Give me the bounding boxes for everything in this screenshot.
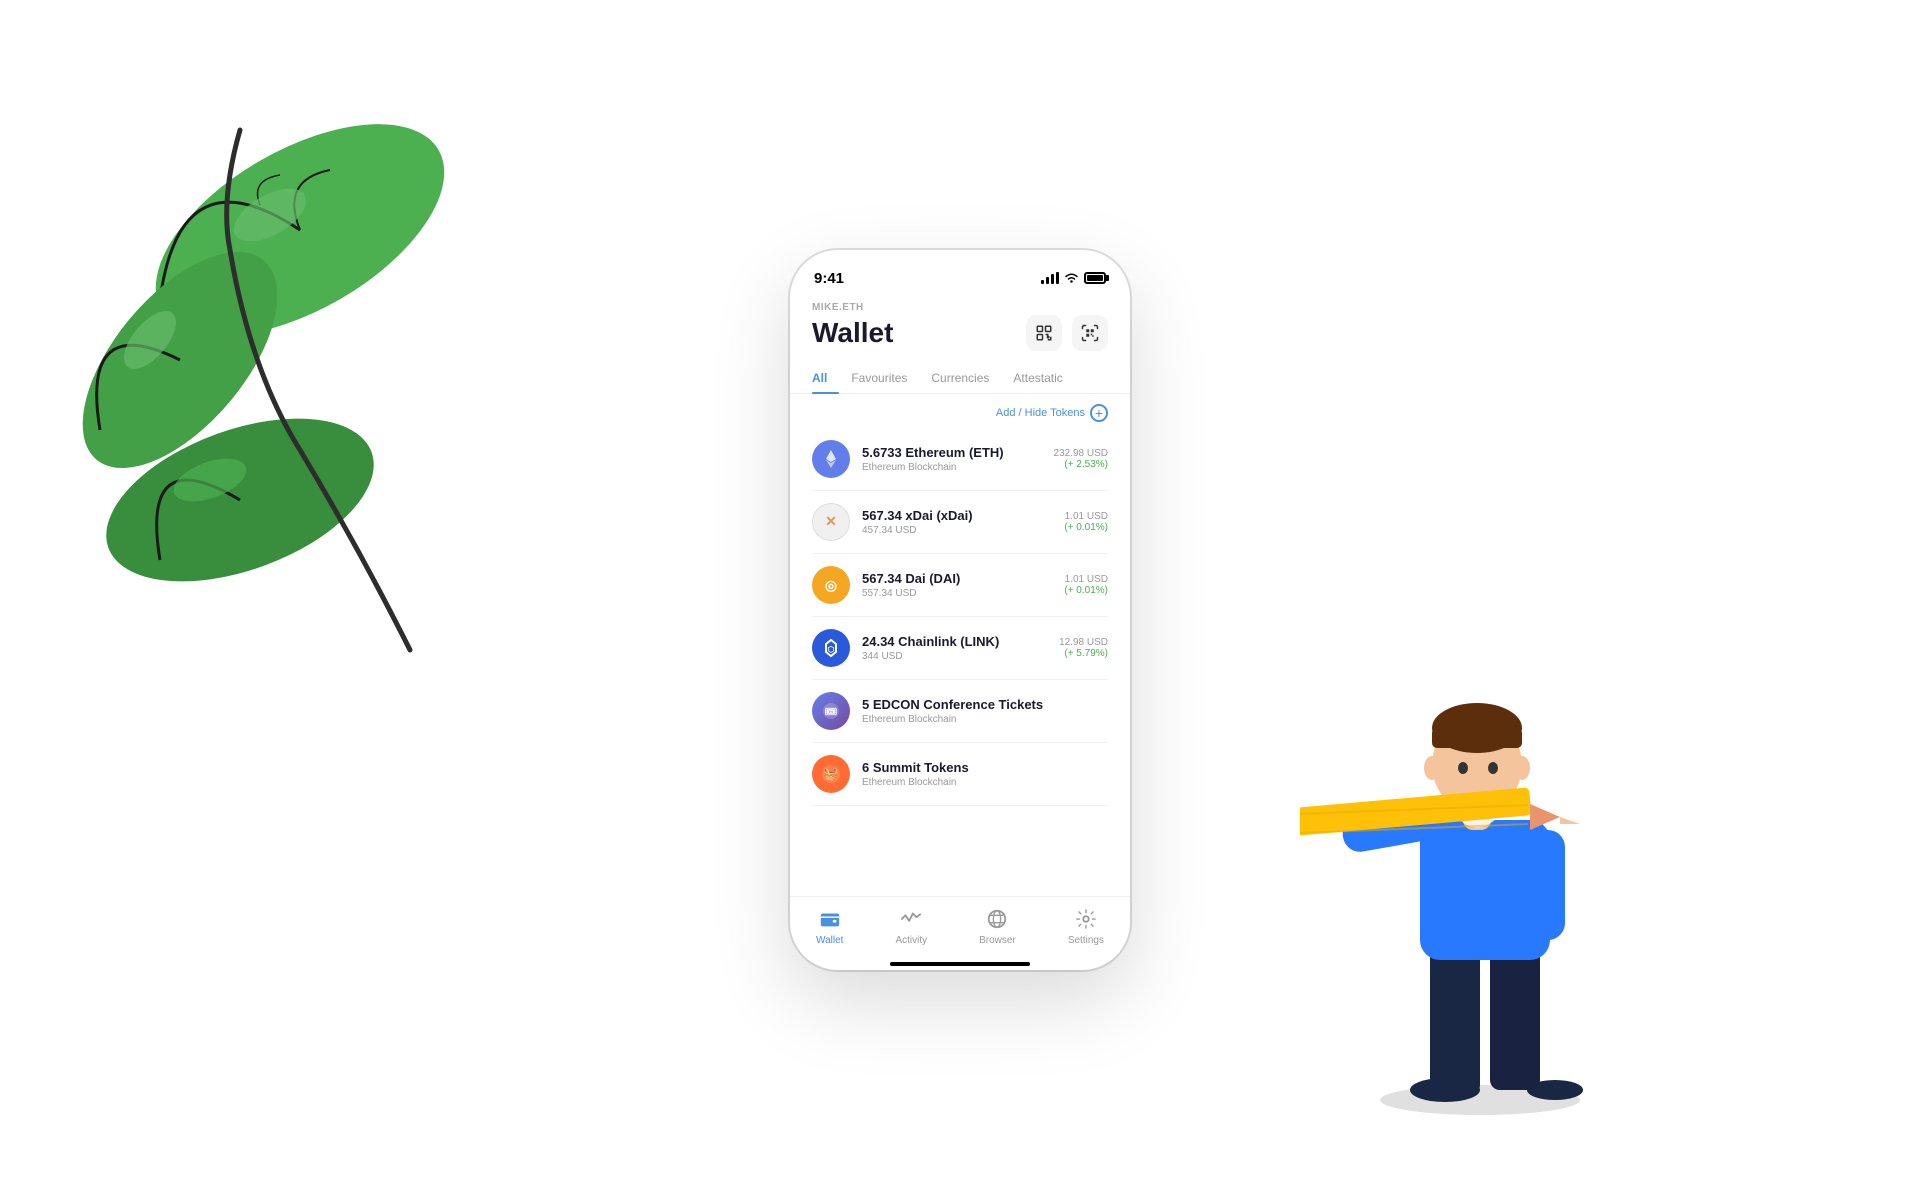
link-name: 24.34 Chainlink (LINK) [862, 634, 1047, 649]
wallet-nav-icon [818, 907, 842, 931]
dai-name: 567.34 Dai (DAI) [862, 571, 1052, 586]
dai-sub: 557.34 USD [862, 588, 1052, 599]
xdai-icon: ✕ [812, 503, 850, 541]
tab-favourites[interactable]: Favourites [839, 363, 919, 393]
token-item-link[interactable]: ⬡ 24.34 Chainlink (LINK) 344 USD 12.98 U… [812, 617, 1108, 680]
edcon-sub: Ethereum Blockchain [862, 714, 1096, 725]
home-indicator [890, 962, 1030, 966]
wallet-tabs: All Favourites Currencies Attestatic [790, 363, 1130, 394]
link-info: 24.34 Chainlink (LINK) 344 USD [862, 634, 1047, 662]
link-usd: 12.98 USD [1059, 637, 1108, 648]
eth-info: 5.6733 Ethereum (ETH) Ethereum Blockchai… [862, 445, 1042, 473]
settings-nav-icon [1074, 907, 1098, 931]
link-sub: 344 USD [862, 651, 1047, 662]
xdai-change: (+ 0.01%) [1064, 522, 1108, 533]
svg-text:✕: ✕ [825, 513, 837, 529]
eth-sub: Ethereum Blockchain [862, 462, 1042, 473]
link-change: (+ 5.79%) [1059, 648, 1108, 659]
summit-info: 6 Summit Tokens Ethereum Blockchain [862, 760, 1096, 788]
dai-icon: ◎ [812, 566, 850, 604]
eth-icon [812, 440, 850, 478]
summit-sub: Ethereum Blockchain [862, 777, 1096, 788]
phone-frame: 9:41 [790, 250, 1130, 970]
nav-settings-label: Settings [1068, 935, 1104, 946]
edcon-info: 5 EDCON Conference Tickets Ethereum Bloc… [862, 697, 1096, 725]
dai-price: 1.01 USD (+ 0.01%) [1064, 574, 1108, 596]
person-illustration [1300, 600, 1660, 1120]
bottom-nav: Wallet Activity [790, 896, 1130, 962]
header-icons [1026, 315, 1108, 351]
nav-activity[interactable]: Activity [895, 907, 927, 946]
dai-usd: 1.01 USD [1064, 574, 1108, 585]
add-circle-icon: + [1090, 404, 1108, 422]
nav-wallet-label: Wallet [816, 935, 843, 946]
token-item-eth[interactable]: 5.6733 Ethereum (ETH) Ethereum Blockchai… [812, 428, 1108, 491]
svg-text:◎: ◎ [825, 577, 837, 593]
svg-text:⬡: ⬡ [828, 645, 835, 654]
nav-settings[interactable]: Settings [1068, 907, 1104, 946]
link-price: 12.98 USD (+ 5.79%) [1059, 637, 1108, 659]
summit-name: 6 Summit Tokens [862, 760, 1096, 775]
eth-price: 232.98 USD (+ 2.53%) [1054, 448, 1108, 470]
edcon-name: 5 EDCON Conference Tickets [862, 697, 1096, 712]
token-item-edcon[interactable]: 🎟 5 EDCON Conference Tickets Ethereum Bl… [812, 680, 1108, 743]
xdai-info: 567.34 xDai (xDai) 457.34 USD [862, 508, 1052, 536]
xdai-usd: 1.01 USD [1064, 511, 1108, 522]
wifi-icon [1064, 271, 1079, 286]
xdai-name: 567.34 xDai (xDai) [862, 508, 1052, 523]
edcon-icon: 🎟 [812, 692, 850, 730]
status-icons [1041, 271, 1106, 286]
tab-currencies[interactable]: Currencies [919, 363, 1001, 393]
tab-attestatic[interactable]: Attestatic [1001, 363, 1074, 393]
wallet-header: MIKE.ETH Wallet [790, 294, 1130, 351]
nav-wallet[interactable]: Wallet [816, 907, 843, 946]
wallet-title: Wallet [812, 317, 893, 349]
nav-activity-label: Activity [895, 935, 927, 946]
qr-button[interactable] [1072, 315, 1108, 351]
scan-button[interactable] [1026, 315, 1062, 351]
activity-nav-icon [899, 907, 923, 931]
signal-icon [1041, 272, 1059, 284]
xdai-price: 1.01 USD (+ 0.01%) [1064, 511, 1108, 533]
link-icon: ⬡ [812, 629, 850, 667]
add-tokens-label: Add / Hide Tokens [996, 407, 1085, 419]
token-list: 5.6733 Ethereum (ETH) Ethereum Blockchai… [790, 428, 1130, 896]
token-item-summit[interactable]: 🧺 6 Summit Tokens Ethereum Blockchain [812, 743, 1108, 806]
nav-browser[interactable]: Browser [979, 907, 1016, 946]
dai-change: (+ 0.01%) [1064, 585, 1108, 596]
nav-browser-label: Browser [979, 935, 1016, 946]
eth-change: (+ 2.53%) [1054, 459, 1108, 470]
battery-icon [1084, 272, 1106, 284]
xdai-sub: 457.34 USD [862, 525, 1052, 536]
status-time: 9:41 [814, 270, 844, 287]
wallet-subtitle: MIKE.ETH [812, 302, 1108, 313]
token-item-xdai[interactable]: ✕ 567.34 xDai (xDai) 457.34 USD 1.01 USD… [812, 491, 1108, 554]
phone-mockup: 9:41 [790, 250, 1130, 970]
dai-info: 567.34 Dai (DAI) 557.34 USD [862, 571, 1052, 599]
phone-content: MIKE.ETH Wallet [790, 294, 1130, 970]
eth-name: 5.6733 Ethereum (ETH) [862, 445, 1042, 460]
status-bar: 9:41 [790, 250, 1130, 294]
browser-nav-icon [985, 907, 1009, 931]
token-item-dai[interactable]: ◎ 567.34 Dai (DAI) 557.34 USD 1.01 USD (… [812, 554, 1108, 617]
svg-text:🧺: 🧺 [824, 767, 839, 781]
summit-icon: 🧺 [812, 755, 850, 793]
add-tokens-row: Add / Hide Tokens + [790, 394, 1130, 428]
tab-all[interactable]: All [812, 363, 839, 393]
add-tokens-button[interactable]: Add / Hide Tokens + [996, 404, 1108, 422]
svg-text:🎟: 🎟 [825, 707, 838, 718]
eth-usd: 232.98 USD [1054, 448, 1108, 459]
